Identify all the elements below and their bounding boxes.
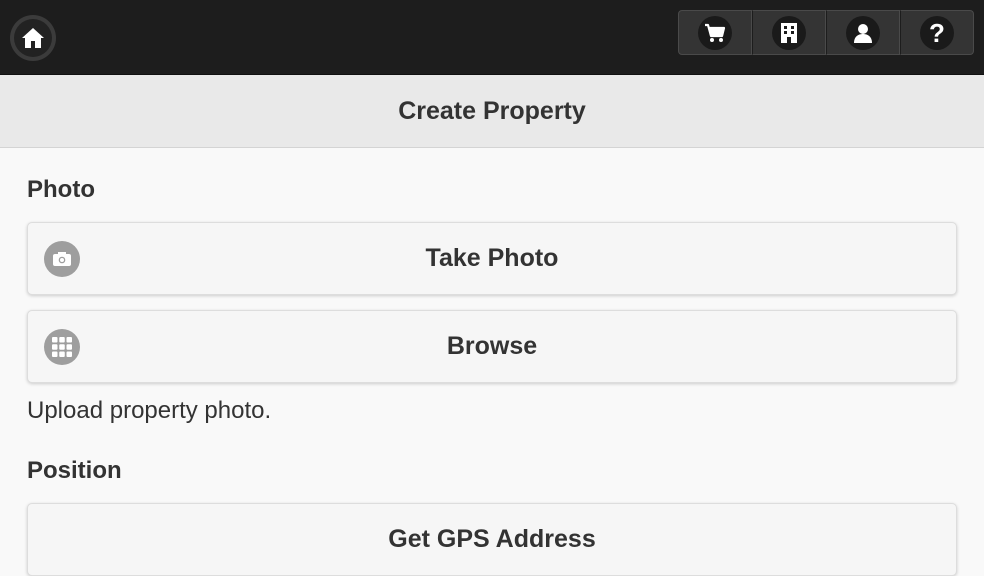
- position-section-label: Position: [27, 457, 122, 484]
- browse-label: Browse: [446, 332, 538, 360]
- page-header: Create Property: [0, 75, 984, 148]
- home-button[interactable]: [10, 15, 56, 61]
- help-icon: ?: [920, 15, 954, 50]
- page-title: Create Property: [398, 96, 586, 125]
- cart-icon: [698, 15, 732, 50]
- browse-button[interactable]: Browse: [27, 310, 957, 383]
- help-glyph: ?: [929, 17, 945, 48]
- take-photo-label: Take Photo: [425, 244, 559, 272]
- photo-section-label: Photo: [27, 176, 95, 203]
- get-gps-address-button[interactable]: Get GPS Address: [27, 503, 957, 576]
- get-gps-address-label: Get GPS Address: [388, 525, 596, 553]
- property-button[interactable]: [752, 10, 826, 55]
- cart-button[interactable]: [678, 10, 752, 55]
- user-icon: [846, 15, 880, 50]
- building-icon: [772, 15, 806, 50]
- home-icon: [14, 19, 52, 57]
- top-nav-buttons: ?: [678, 10, 974, 55]
- take-photo-button[interactable]: Take Photo: [27, 222, 957, 295]
- help-button[interactable]: ?: [900, 10, 974, 55]
- grid-icon: [44, 328, 80, 365]
- photo-helper-text: Upload property photo.: [27, 397, 272, 424]
- camera-icon: [44, 240, 80, 277]
- top-bar: ?: [0, 0, 984, 75]
- account-button[interactable]: [826, 10, 900, 55]
